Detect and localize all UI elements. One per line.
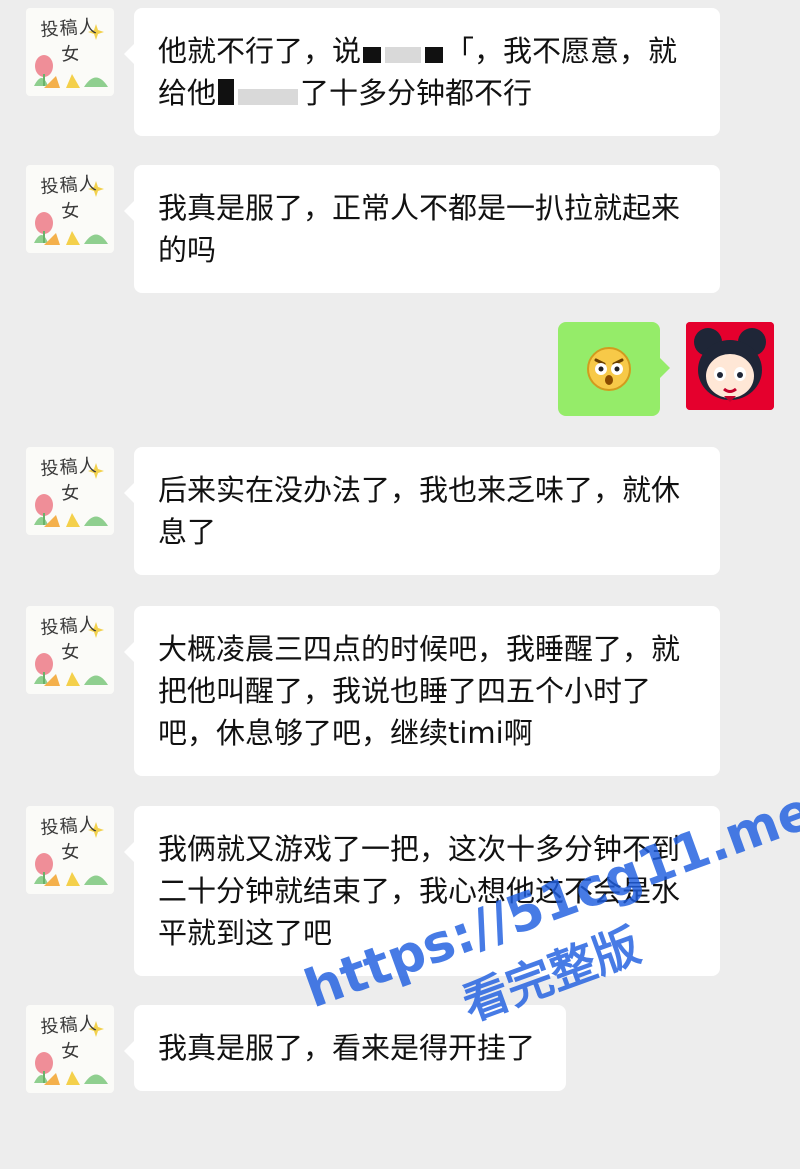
avatar-label: 投稿人 女 (39, 455, 99, 505)
censor-block (385, 47, 422, 63)
avatar[interactable]: 投稿人 女 (26, 8, 114, 96)
chat-window: 投稿人 女 他就不行了，说「，我不愿意，就给他了十多分钟都不行 投稿人 女 (0, 0, 800, 1117)
message-bubble[interactable]: 我真是服了，正常人不都是一扒拉就起来的吗 (124, 165, 720, 293)
avatar[interactable]: 投稿人 女 (26, 165, 114, 253)
message-text: 他就不行了，说 (158, 34, 362, 68)
message-text: 后来实在没办法了，我也来乏味了，就休息了 (158, 473, 681, 549)
avatar[interactable]: 投稿人 女 (26, 606, 114, 694)
censor-block (425, 47, 444, 63)
avatar-label: 投稿人 女 (39, 16, 99, 66)
cartoon-girl-icon (686, 322, 774, 410)
message-bubble[interactable] (558, 322, 670, 416)
avatar[interactable] (686, 322, 774, 410)
censor-block (363, 47, 382, 63)
avatar-label: 投稿人 女 (39, 1013, 99, 1063)
message-bubble[interactable]: 后来实在没办法了，我也来乏味了，就休息了 (124, 447, 720, 575)
avatar[interactable]: 投稿人 女 (26, 1005, 114, 1093)
avatar-label: 投稿人 女 (39, 814, 99, 864)
message-text: 大概凌晨三四点的时候吧，我睡醒了，就把他叫醒了，我说也睡了四五个小时了吧，休息够… (158, 632, 681, 750)
message-text: 我真是服了，正常人不都是一扒拉就起来的吗 (158, 191, 681, 267)
censor-block (218, 79, 235, 105)
avatar-label: 投稿人 女 (39, 614, 99, 664)
avatar-label: 投稿人 女 (39, 173, 99, 223)
avatar[interactable]: 投稿人 女 (26, 447, 114, 535)
message-text: 了十多分钟都不行 (300, 76, 533, 110)
avatar[interactable]: 投稿人 女 (26, 806, 114, 894)
emoji-icon (587, 347, 631, 391)
message-bubble[interactable]: 他就不行了，说 「，我不愿意，就给他 了十多分钟都不行 (124, 8, 720, 136)
message-bubble[interactable]: 大概凌晨三四点的时候吧，我睡醒了，就把他叫醒了，我说也睡了四五个小时了吧，休息够… (124, 606, 720, 776)
censor-block (238, 89, 299, 105)
